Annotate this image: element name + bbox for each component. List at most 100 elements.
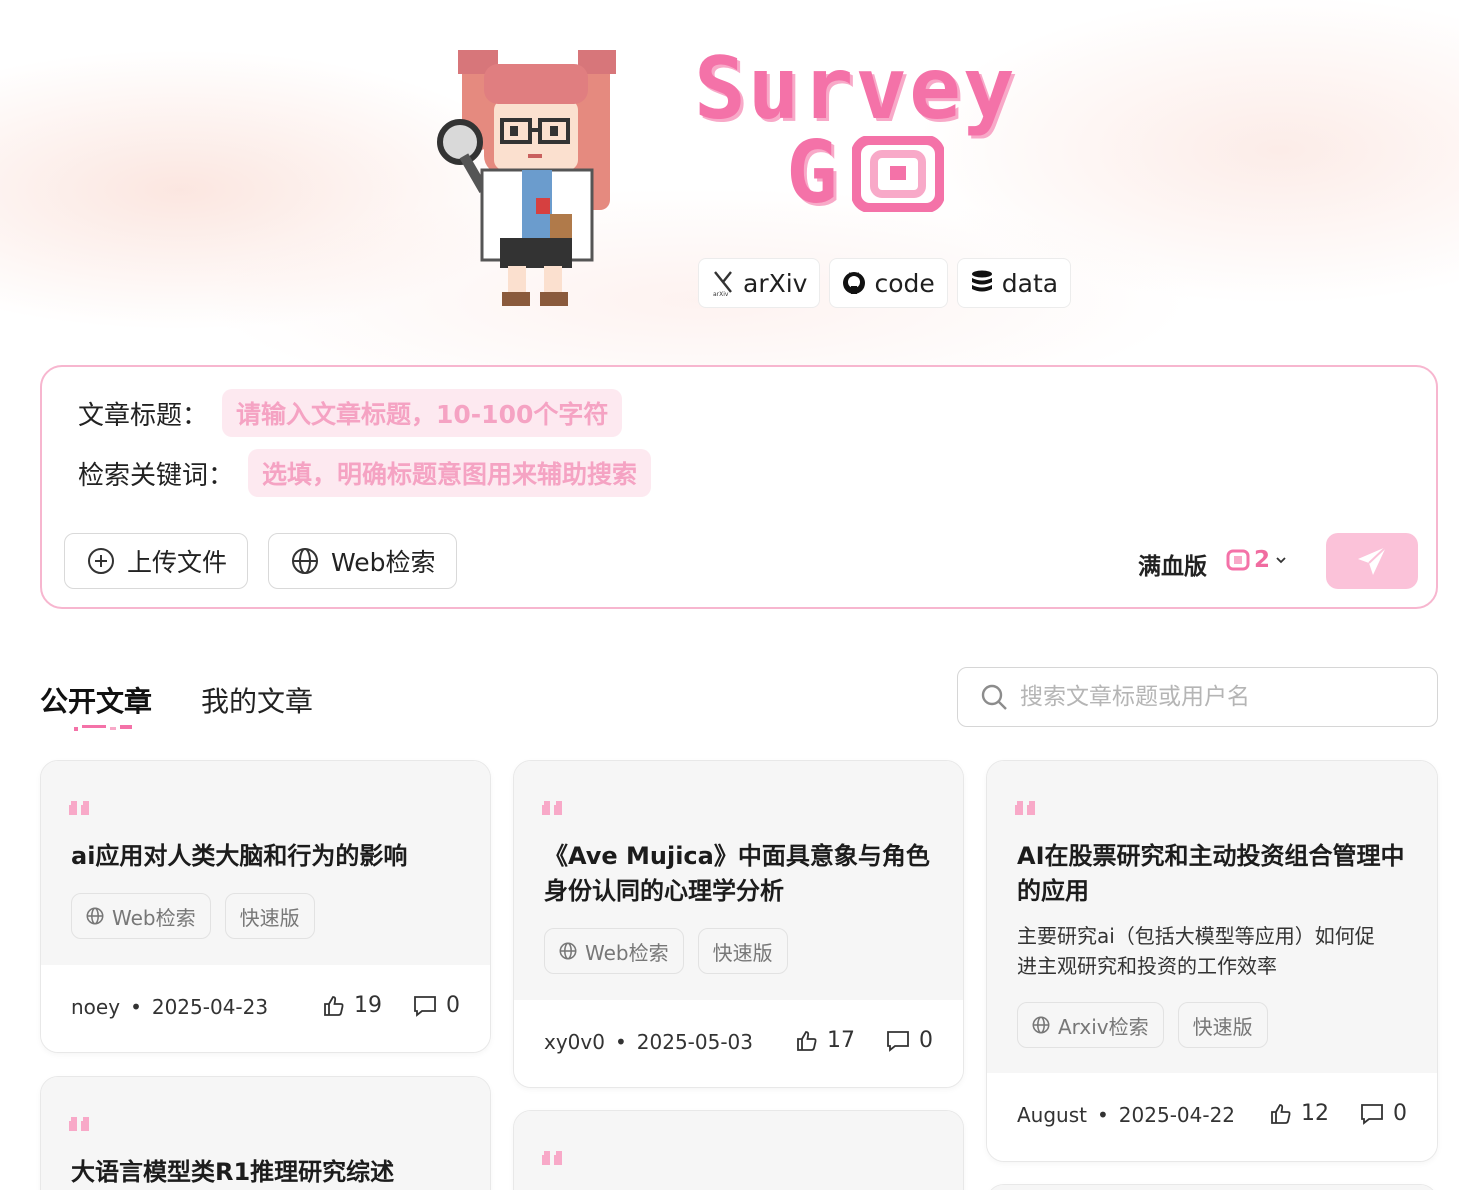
title-input[interactable]: 请输入文章标题，10-100个字符 bbox=[222, 389, 623, 437]
tag-label: 快速版 bbox=[712, 940, 773, 965]
article-title: AI在股票研究和主动投资组合管理中 的应用 bbox=[1017, 839, 1405, 909]
article-date: 2025-05-03 bbox=[636, 1030, 753, 1054]
article-tags: Arxiv检索 快速版 bbox=[1017, 1002, 1268, 1048]
comment-count: 0 bbox=[1393, 1101, 1407, 1126]
article-card-footer: xy0v0 • 2025-05-03 17 0 bbox=[514, 1000, 963, 1087]
article-card[interactable]: 《Ave Mujica》中面具意象与角色 身份认同的心理学分析 Web检索 快速… bbox=[513, 760, 964, 1088]
credit-count: 2 bbox=[1254, 547, 1271, 573]
globe-icon bbox=[86, 907, 104, 925]
article-date: 2025-04-22 bbox=[1118, 1103, 1236, 1127]
article-stats: 12 0 bbox=[1269, 1101, 1407, 1126]
tag-speed: 快速版 bbox=[1177, 1002, 1268, 1048]
meta-separator: • bbox=[1097, 1103, 1109, 1127]
article-card-body: 《Ave Mujica》中面具意象与角色 身份认同的心理学分析 Web检索 快速… bbox=[514, 761, 963, 1002]
keywords-input[interactable]: 选填，明确标题意图用来辅助搜索 bbox=[248, 449, 652, 497]
mode-label: 满血版 bbox=[1138, 554, 1207, 580]
article-meta: noey • 2025-04-23 bbox=[71, 995, 268, 1019]
tag-web-search: Web检索 bbox=[71, 893, 211, 939]
chevron-down-icon bbox=[1276, 557, 1286, 564]
article-card[interactable] bbox=[513, 1110, 964, 1190]
title-field-row: 文章标题： 请输入文章标题，10-100个字符 bbox=[78, 389, 623, 437]
article-tags: Web检索 快速版 bbox=[71, 893, 315, 939]
article-title-line: 身份认同的心理学分析 bbox=[544, 877, 784, 905]
tab-my-articles[interactable]: 我的文章 bbox=[201, 680, 313, 720]
app-logo: Survey G bbox=[694, 39, 1046, 223]
tag-speed: 快速版 bbox=[697, 928, 788, 974]
thumbs-up-icon[interactable] bbox=[1269, 1102, 1293, 1126]
comment-count: 0 bbox=[919, 1028, 933, 1053]
tag-web-search: Web检索 bbox=[544, 928, 684, 974]
article-title-line: 《Ave Mujica》中面具意象与角色 bbox=[544, 842, 930, 870]
mode-credit-select[interactable]: 2 bbox=[1226, 547, 1288, 573]
arxiv-link[interactable]: arXiv arXiv bbox=[698, 258, 821, 308]
keywords-field-row: 检索关键词： 选填，明确标题意图用来辅助搜索 bbox=[78, 449, 652, 497]
article-title: 《Ave Mujica》中面具意象与角色 身份认同的心理学分析 bbox=[544, 839, 930, 909]
article-title-line: 的应用 bbox=[1017, 877, 1089, 905]
keywords-label: 检索关键词： bbox=[78, 460, 235, 491]
globe-icon bbox=[292, 548, 318, 574]
send-button[interactable] bbox=[1326, 533, 1418, 589]
article-card[interactable] bbox=[986, 1184, 1438, 1190]
article-title: ai应用对人类大脑和行为的影响 bbox=[71, 842, 408, 870]
logo-line2: G bbox=[786, 123, 840, 223]
like-count: 12 bbox=[1301, 1101, 1329, 1126]
article-card-footer: August • 2025-04-22 12 0 bbox=[987, 1073, 1437, 1161]
article-card-body: AI在股票研究和主动投资组合管理中 的应用 主要研究ai（包括大模型等应用）如何… bbox=[987, 761, 1437, 1075]
thumbs-up-icon[interactable] bbox=[795, 1029, 819, 1053]
composer-card: 文章标题： 请输入文章标题，10-100个字符 检索关键词： 选填，明确标题意图… bbox=[40, 365, 1438, 609]
article-title: 大语言模型类R1推理研究综述 bbox=[71, 1158, 395, 1186]
quote-icon bbox=[542, 1151, 562, 1165]
data-link-label: data bbox=[1001, 268, 1059, 298]
quote-icon bbox=[1015, 801, 1035, 815]
article-stats: 17 0 bbox=[795, 1028, 933, 1053]
comment-count: 0 bbox=[446, 993, 460, 1018]
article-card-body bbox=[514, 1111, 963, 1190]
article-search[interactable] bbox=[957, 667, 1438, 727]
arxiv-icon: arXiv bbox=[711, 271, 735, 296]
globe-icon bbox=[1032, 1016, 1050, 1034]
tag-label: 快速版 bbox=[239, 905, 300, 930]
article-meta: xy0v0 • 2025-05-03 bbox=[544, 1030, 753, 1054]
author-name: August bbox=[1017, 1103, 1087, 1127]
tag-label: Web检索 bbox=[112, 905, 196, 930]
database-icon bbox=[970, 270, 994, 295]
article-card[interactable]: 大语言模型类R1推理研究综述 bbox=[40, 1076, 491, 1190]
thumbs-up-icon[interactable] bbox=[322, 994, 346, 1018]
tag-label: 快速版 bbox=[1192, 1014, 1253, 1039]
credit-spiral-icon bbox=[1226, 549, 1250, 571]
article-card[interactable]: AI在股票研究和主动投资组合管理中 的应用 主要研究ai（包括大模型等应用）如何… bbox=[986, 760, 1438, 1162]
comment-icon[interactable] bbox=[412, 994, 438, 1018]
article-card-body: ai应用对人类大脑和行为的影响 Web检索 快速版 bbox=[41, 761, 490, 967]
arxiv-link-label: arXiv bbox=[743, 268, 808, 298]
data-link[interactable]: data bbox=[956, 258, 1072, 308]
code-link[interactable]: code bbox=[829, 258, 948, 308]
article-description: 主要研究ai（包括大模型等应用）如何促 进主观研究和投资的工作效率 bbox=[1017, 921, 1375, 981]
active-tab-indicator bbox=[74, 725, 132, 731]
article-date: 2025-04-23 bbox=[151, 995, 269, 1019]
article-description-line: 进主观研究和投资的工作效率 bbox=[1017, 954, 1277, 978]
meta-separator: • bbox=[130, 995, 142, 1019]
svg-text:arXiv: arXiv bbox=[713, 291, 729, 296]
article-card[interactable]: ai应用对人类大脑和行为的影响 Web检索 快速版 noey • 2025-04-2… bbox=[40, 760, 491, 1053]
search-input[interactable] bbox=[1020, 684, 1420, 710]
article-title-line: AI在股票研究和主动投资组合管理中 bbox=[1017, 842, 1405, 870]
comment-icon[interactable] bbox=[885, 1029, 911, 1053]
tab-public-articles[interactable]: 公开文章 bbox=[40, 680, 152, 720]
code-link-label: code bbox=[874, 268, 935, 298]
logo-line1: Survey bbox=[694, 39, 1017, 139]
tag-speed: 快速版 bbox=[224, 893, 315, 939]
like-count: 19 bbox=[354, 993, 382, 1018]
tag-label: Web检索 bbox=[585, 940, 669, 965]
upload-file-button[interactable]: 上传文件 bbox=[64, 533, 249, 589]
title-label: 文章标题： bbox=[78, 400, 209, 431]
article-meta: August • 2025-04-22 bbox=[1017, 1103, 1235, 1127]
mascot-illustration bbox=[437, 50, 616, 306]
comment-icon[interactable] bbox=[1359, 1102, 1385, 1126]
quote-icon bbox=[69, 801, 89, 815]
meta-separator: • bbox=[614, 1030, 627, 1054]
tag-arxiv-search: Arxiv检索 bbox=[1017, 1002, 1164, 1048]
web-search-button[interactable]: Web检索 bbox=[268, 533, 457, 589]
article-description-line: 主要研究ai（包括大模型等应用）如何促 bbox=[1017, 924, 1375, 948]
article-card-body bbox=[987, 1185, 1437, 1190]
logo-spiral-mark bbox=[852, 136, 944, 212]
